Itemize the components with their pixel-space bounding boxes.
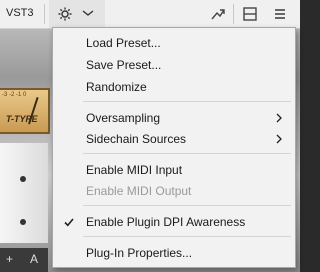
plus-icon[interactable]: +: [6, 252, 13, 266]
plugin-toolbar: VST3: [0, 0, 300, 29]
menu-item-label: Enable MIDI Input: [86, 163, 183, 177]
menu-item-enable-midi-input[interactable]: Enable MIDI Input: [53, 159, 295, 181]
menu-item-label: Load Preset...: [86, 36, 161, 50]
chevron-right-icon: [276, 113, 282, 123]
menu-item-label: Plug-In Properties...: [86, 246, 193, 260]
gear-icon: [58, 7, 72, 21]
toolbar-divider: [233, 4, 234, 24]
menu-item-label: Enable Plugin DPI Awareness: [86, 215, 246, 229]
menu-item-load-preset[interactable]: Load Preset...: [53, 32, 295, 54]
menu-separator: [83, 236, 291, 237]
plugin-control-strip: [0, 143, 48, 243]
menu-icon[interactable]: [272, 6, 288, 22]
knob-indicator[interactable]: [20, 219, 26, 225]
compare-icon[interactable]: [210, 6, 226, 22]
knob-indicator[interactable]: [20, 176, 26, 182]
menu-item-randomize[interactable]: Randomize: [53, 76, 295, 98]
menu-item-plugin-properties[interactable]: Plug-In Properties...: [53, 242, 295, 264]
menu-item-label: Enable MIDI Output: [86, 184, 192, 198]
chevron-down-icon: [82, 10, 94, 16]
settings-dropdown-menu: Load Preset... Save Preset... Randomize …: [52, 27, 296, 268]
menu-item-enable-dpi-awareness[interactable]: Enable Plugin DPI Awareness: [53, 211, 295, 233]
menu-separator: [83, 205, 291, 206]
a-button[interactable]: A: [30, 252, 38, 266]
split-view-icon[interactable]: [242, 6, 258, 22]
checkmark-icon: [64, 218, 74, 227]
meter-label: T-TYPE: [6, 114, 38, 124]
menu-item-label: Sidechain Sources: [86, 132, 187, 146]
menu-item-enable-midi-output: Enable MIDI Output: [53, 180, 295, 202]
plugin-format-label: VST3: [6, 7, 34, 19]
chevron-right-icon: [276, 134, 282, 144]
menu-item-oversampling[interactable]: Oversampling: [53, 107, 295, 129]
vu-meter: -3 -2 -1 0 T-TYPE: [0, 88, 50, 134]
menu-separator: [83, 153, 291, 154]
menu-item-label: Save Preset...: [86, 58, 162, 72]
settings-menu-button[interactable]: [49, 0, 105, 28]
menu-separator: [83, 101, 291, 102]
menu-item-sidechain-sources[interactable]: Sidechain Sources: [53, 128, 295, 150]
menu-item-label: Randomize: [86, 80, 147, 94]
plugin-bottom-bar: + A: [0, 248, 48, 272]
toolbar-divider: [44, 4, 45, 24]
menu-item-label: Oversampling: [86, 111, 161, 125]
menu-item-save-preset[interactable]: Save Preset...: [53, 54, 295, 76]
meter-scale: -3 -2 -1 0: [2, 92, 27, 98]
